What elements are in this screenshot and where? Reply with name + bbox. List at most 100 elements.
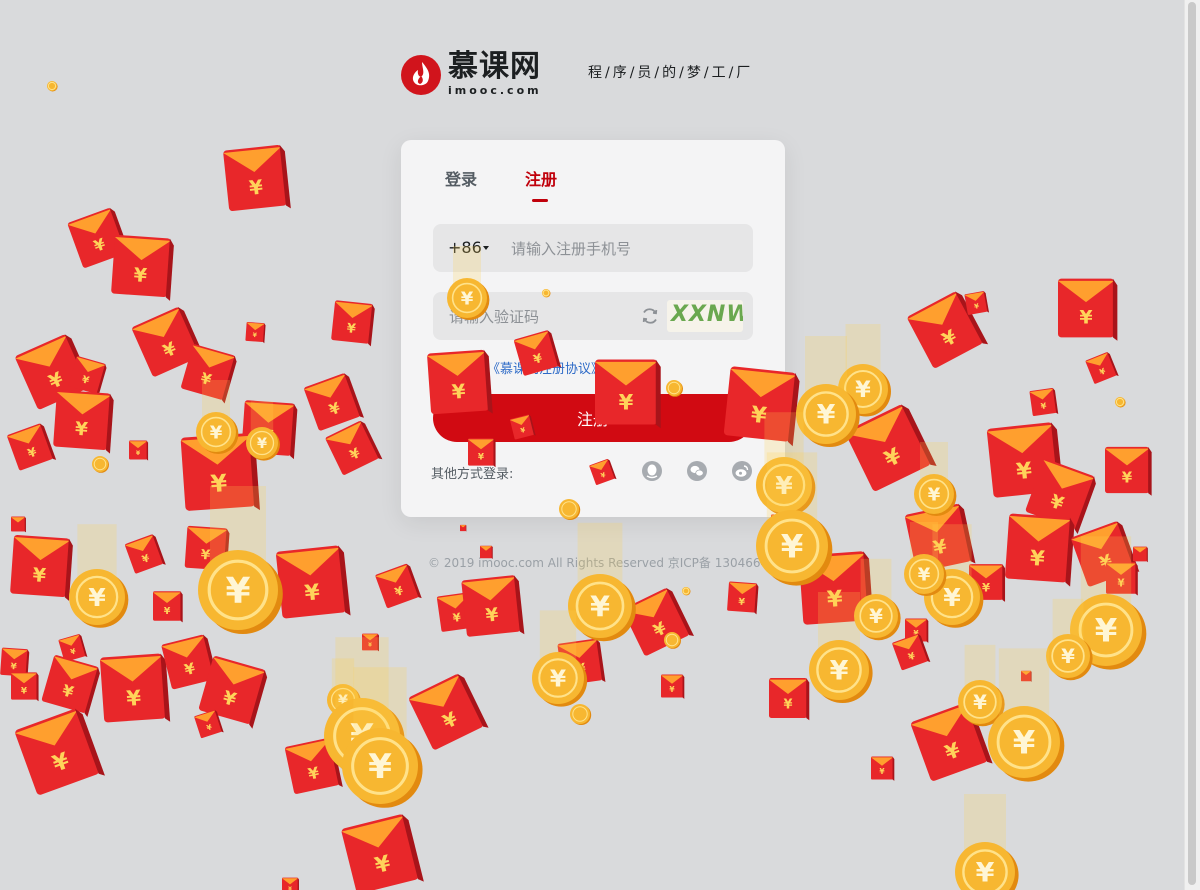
tab-register[interactable]: 注册 xyxy=(525,166,557,190)
gold-coin-icon: ¥ xyxy=(69,524,129,628)
svg-text:¥: ¥ xyxy=(918,564,931,585)
svg-text:¥: ¥ xyxy=(45,368,67,394)
red-envelope-icon xyxy=(1133,546,1148,563)
imooc-logo[interactable]: 慕课网 imooc.com xyxy=(400,52,542,97)
register-button[interactable]: 注册 xyxy=(433,394,753,442)
svg-text:¥: ¥ xyxy=(942,738,964,765)
red-envelope-icon: ¥ xyxy=(331,300,375,347)
svg-text:¥: ¥ xyxy=(869,605,883,628)
captcha-field: XXNW xyxy=(433,292,753,342)
svg-text:¥: ¥ xyxy=(778,524,783,531)
red-envelope-icon: ¥ xyxy=(1085,352,1119,384)
svg-text:¥: ¥ xyxy=(1079,307,1093,329)
red-envelope-icon: ¥ xyxy=(1106,562,1138,596)
scrollbar-thumb[interactable] xyxy=(1188,2,1196,885)
wechat-icon[interactable] xyxy=(686,460,708,482)
red-envelope-icon: ¥ xyxy=(10,534,73,601)
active-tab-indicator xyxy=(532,199,548,202)
svg-text:¥: ¥ xyxy=(200,547,211,564)
red-envelope-icon: ¥ xyxy=(362,633,379,652)
red-envelope-icon: ¥ xyxy=(892,633,931,671)
red-envelope-icon: ¥ xyxy=(557,638,606,686)
gold-coin-icon: ¥ xyxy=(988,648,1065,782)
red-envelope-icon: ¥ xyxy=(194,709,224,739)
svg-text:¥: ¥ xyxy=(347,445,363,464)
svg-text:¥: ¥ xyxy=(327,398,343,419)
svg-text:¥: ¥ xyxy=(164,606,171,617)
red-envelope-icon: ¥ xyxy=(53,390,114,454)
red-envelope-icon: ¥ xyxy=(341,813,424,890)
caret-down-icon[interactable] xyxy=(483,246,489,250)
red-envelope-icon: ¥ xyxy=(798,551,874,625)
gold-coin-icon: ¥ xyxy=(342,667,423,808)
gold-coin-icon: ¥ xyxy=(532,610,588,707)
svg-text:¥: ¥ xyxy=(372,851,393,879)
svg-text:¥: ¥ xyxy=(160,339,180,363)
red-envelope-icon: ¥ xyxy=(904,503,976,572)
red-envelope-icon: ¥ xyxy=(99,653,171,723)
svg-text:¥: ¥ xyxy=(69,646,77,656)
svg-text:¥: ¥ xyxy=(1029,545,1046,571)
red-envelope-icon: ¥ xyxy=(245,322,266,344)
country-code-select[interactable]: +86 xyxy=(448,238,482,257)
red-envelope-icon: ¥ xyxy=(11,672,39,702)
svg-text:¥: ¥ xyxy=(1015,458,1034,486)
svg-text:¥: ¥ xyxy=(60,680,76,701)
svg-text:¥: ¥ xyxy=(210,422,223,443)
gold-coin-icon: ¥ xyxy=(568,522,636,642)
svg-text:¥: ¥ xyxy=(1013,724,1036,762)
svg-text:¥: ¥ xyxy=(1117,578,1124,589)
gold-coin-icon: ¥ xyxy=(809,592,873,703)
refresh-icon[interactable] xyxy=(640,306,660,326)
svg-text:¥: ¥ xyxy=(1098,366,1107,378)
qq-icon[interactable] xyxy=(641,460,663,482)
svg-text:¥: ¥ xyxy=(907,651,917,664)
red-envelope-icon: ¥ xyxy=(771,514,791,535)
red-envelope-icon xyxy=(11,516,26,533)
weibo-icon[interactable] xyxy=(731,460,753,482)
svg-text:¥: ¥ xyxy=(974,302,980,311)
svg-text:¥: ¥ xyxy=(826,586,844,613)
svg-text:¥: ¥ xyxy=(452,610,462,625)
svg-text:¥: ¥ xyxy=(943,583,961,612)
page-scrollbar[interactable] xyxy=(1184,0,1200,890)
svg-text:¥: ¥ xyxy=(650,618,670,641)
red-envelope-icon: ¥ xyxy=(282,877,299,890)
svg-text:¥: ¥ xyxy=(881,444,906,473)
captcha-image[interactable]: XXNW xyxy=(667,300,743,332)
phone-input[interactable] xyxy=(509,224,743,274)
red-envelope-icon: ¥ xyxy=(910,702,993,781)
svg-text:¥: ¥ xyxy=(220,687,238,711)
gold-coin-icon: ¥ xyxy=(327,658,361,718)
red-envelope-icon: ¥ xyxy=(198,656,268,729)
svg-text:¥: ¥ xyxy=(21,686,28,696)
red-envelope-icon: ¥ xyxy=(275,545,351,619)
red-envelope-icon: ¥ xyxy=(1025,459,1096,535)
svg-text:¥: ¥ xyxy=(781,528,804,566)
gold-coin-icon: ¥ xyxy=(958,644,1005,727)
other-login-label: 其他方式登录: xyxy=(431,467,514,482)
red-envelope-icon: ¥ xyxy=(68,356,107,397)
svg-text:¥: ¥ xyxy=(80,374,90,387)
agreement-link[interactable]: 《慕课网注册协议》 xyxy=(487,358,604,377)
svg-text:¥: ¥ xyxy=(1047,491,1066,515)
gold-coin-icon xyxy=(92,456,109,473)
red-envelope-icon: ¥ xyxy=(769,678,810,721)
red-envelope-icon: ¥ xyxy=(622,587,694,656)
captcha-input[interactable] xyxy=(447,292,631,342)
tab-login[interactable]: 登录 xyxy=(445,166,477,190)
svg-text:¥: ¥ xyxy=(261,427,274,448)
svg-text:¥: ¥ xyxy=(338,693,348,709)
svg-text:¥: ¥ xyxy=(913,629,919,638)
gold-coin-icon: ¥ xyxy=(324,637,405,778)
red-envelope-icon xyxy=(1021,670,1032,682)
svg-text:¥: ¥ xyxy=(575,660,587,677)
red-envelope-icon: ¥ xyxy=(986,422,1064,498)
red-envelope-icon: ¥ xyxy=(408,673,489,750)
svg-text:¥: ¥ xyxy=(125,685,142,711)
svg-text:¥: ¥ xyxy=(88,583,106,612)
svg-text:¥: ¥ xyxy=(1061,645,1075,668)
gold-coin-icon: ¥ xyxy=(198,486,283,634)
svg-text:¥: ¥ xyxy=(257,436,267,452)
svg-text:¥: ¥ xyxy=(288,886,292,890)
